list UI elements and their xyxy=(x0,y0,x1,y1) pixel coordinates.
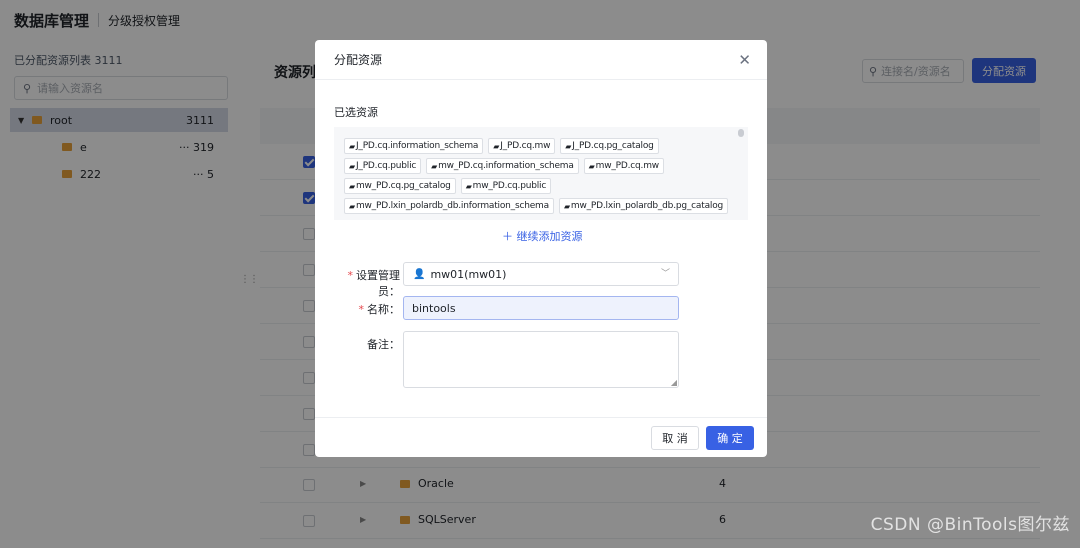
user-icon: 👤 xyxy=(413,268,426,280)
assign-resource-dialog: 分配资源 ✕ 已选资源 ▰ J_PD.cq.information_schema ▰… xyxy=(315,40,767,457)
resource-tag[interactable]: ▰ mw_PD.lxin_polardb_db.information_schem… xyxy=(344,198,554,214)
resource-tag[interactable]: ▰ mw_PD.lxin_polardb_db.pg_catalog xyxy=(558,198,729,214)
dialog-footer: 取 消 确 定 xyxy=(315,417,767,457)
dialog-header: 分配资源 ✕ xyxy=(315,40,767,80)
resource-tag[interactable]: ▰ mw_PD.cq.pg_catalog xyxy=(344,178,456,194)
name-input[interactable]: bintools xyxy=(403,296,679,320)
name-label: * 名称： xyxy=(332,301,401,317)
resource-tag[interactable]: ▰ mw_PD.cq.mw xyxy=(583,158,664,174)
admin-label-text: 设置管理员： xyxy=(356,269,400,298)
tag-box-scrollbar[interactable] xyxy=(738,129,744,137)
tag-list: ▰ J_PD.cq.information_schema ▰ J_PD.cq.mw ▰ J… xyxy=(344,138,736,214)
resize-grip-icon[interactable]: ◢ xyxy=(671,378,677,387)
resource-tag[interactable]: ▰ J_PD.cq.mw xyxy=(488,138,556,154)
schema-icon: ▰ xyxy=(465,181,472,191)
selected-resources-label: 已选资源 xyxy=(334,106,378,119)
resource-tag[interactable]: ▰ J_PD.cq.pg_catalog xyxy=(560,138,659,154)
required-mark: * xyxy=(347,269,354,282)
schema-icon: ▰ xyxy=(588,161,595,171)
name-label-text: 名称： xyxy=(367,303,400,316)
cancel-button[interactable]: 取 消 xyxy=(651,426,699,450)
resource-tag-label: J_PD.cq.pg_catalog xyxy=(572,141,654,151)
resource-tag-label: mw_PD.cq.pg_catalog xyxy=(355,181,451,191)
close-icon[interactable]: ✕ xyxy=(738,51,751,69)
selected-resources-box: ▰ J_PD.cq.information_schema ▰ J_PD.cq.mw ▰ J… xyxy=(334,127,748,220)
dialog-title: 分配资源 xyxy=(334,53,383,67)
admin-select-value: mw01(mw01) xyxy=(430,267,507,281)
resource-tag-label: mw_PD.cq.information_schema xyxy=(438,161,574,171)
resource-tag[interactable]: ▰ J_PD.cq.public xyxy=(344,158,422,174)
resource-tag-label: mw_PD.cq.public xyxy=(472,181,547,191)
schema-icon: ▰ xyxy=(349,201,355,211)
resource-tag[interactable]: ▰ mw_PD.cq.information_schema xyxy=(426,158,579,174)
resource-tag-label: J_PD.cq.information_schema xyxy=(355,141,479,151)
chevron-down-icon: ﹀ xyxy=(660,269,670,279)
resource-tag-label: J_PD.cq.public xyxy=(355,161,417,171)
resource-tag-label: mw_PD.lxin_polardb_db.information_schema xyxy=(355,201,549,211)
schema-icon: ▰ xyxy=(349,141,355,151)
resource-tag[interactable]: ▰ mw_PD.cq.public xyxy=(460,178,552,194)
resource-tag-label: mw_PD.lxin_polardb_db.pg_catalog xyxy=(570,201,724,211)
admin-select[interactable]: 👤 mw01(mw01) ﹀ xyxy=(403,262,679,286)
remark-textarea[interactable]: ◢ xyxy=(403,331,679,388)
resource-tag[interactable]: ▰ J_PD.cq.information_schema xyxy=(344,138,484,154)
schema-icon: ▰ xyxy=(563,201,570,211)
add-more-resources-link[interactable]: ＋ 继续添加资源 xyxy=(502,228,583,244)
remark-label: 备注： xyxy=(367,338,400,351)
watermark: CSDN @BinTools图尔兹 xyxy=(870,515,1070,535)
schema-icon: ▰ xyxy=(431,161,438,171)
resource-tag-label: J_PD.cq.mw xyxy=(500,141,551,151)
required-mark: * xyxy=(358,303,365,316)
schema-icon: ▰ xyxy=(565,141,572,151)
admin-label: * 设置管理员： xyxy=(332,267,401,299)
resource-tag-label: mw_PD.cq.mw xyxy=(595,161,659,171)
schema-icon: ▰ xyxy=(493,141,500,151)
confirm-button[interactable]: 确 定 xyxy=(706,426,754,450)
schema-icon: ▰ xyxy=(349,181,355,191)
schema-icon: ▰ xyxy=(349,161,355,171)
